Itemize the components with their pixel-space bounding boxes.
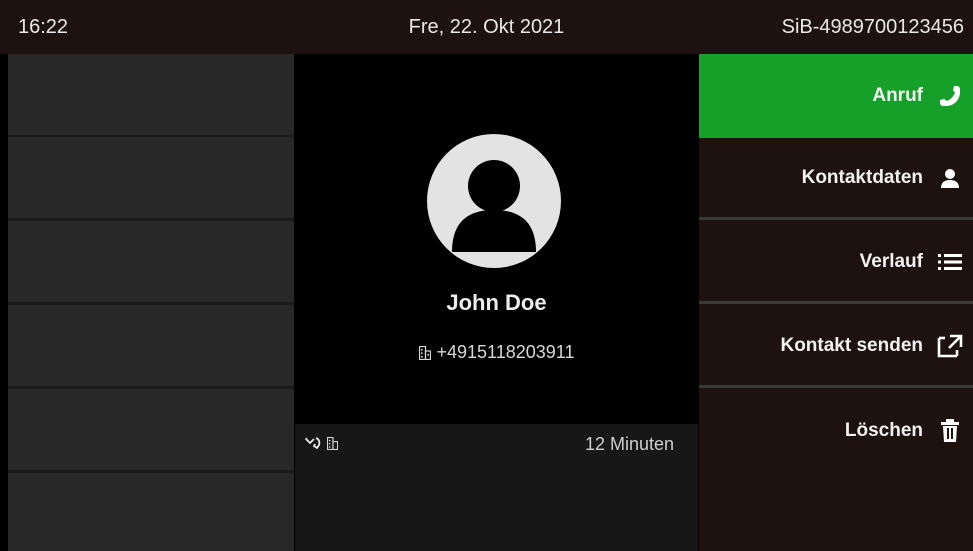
left-key-3[interactable] <box>8 221 294 302</box>
status-bar: 16:22 Fre, 22. Okt 2021 SiB-498970012345… <box>0 0 973 54</box>
device-id: SiB-4989700123456 <box>781 16 964 38</box>
left-key-5[interactable] <box>8 389 294 470</box>
left-key-1[interactable] <box>8 54 294 135</box>
left-key-4[interactable] <box>8 305 294 386</box>
left-key-6[interactable] <box>8 473 294 551</box>
contact-panel: John Doe +4915118203911 12 Minuten <box>295 54 698 551</box>
contact-number: +4915118203911 <box>436 342 575 362</box>
action-label: Anruf <box>872 85 923 106</box>
contact-details-button[interactable]: Kontaktdaten <box>699 138 973 220</box>
history-icons <box>305 436 339 455</box>
delete-button[interactable]: Löschen <box>699 390 973 472</box>
list-icon <box>935 247 965 277</box>
call-duration: 12 Minuten <box>584 434 674 454</box>
action-label: Löschen <box>844 420 923 441</box>
send-contact-button[interactable]: Kontakt senden <box>699 306 973 388</box>
action-label: Kontakt senden <box>780 334 923 356</box>
clock: 16:22 <box>18 16 69 38</box>
missed-call-icon <box>305 436 321 455</box>
action-menu: Anruf Kontaktdaten Verlauf Kontakt sende… <box>699 54 973 551</box>
trash-icon <box>935 416 965 446</box>
contact-number-row: +4915118203911 <box>295 342 698 365</box>
call-button[interactable]: Anruf <box>699 54 973 138</box>
building-icon <box>418 344 431 365</box>
action-label: Kontaktdaten <box>801 166 923 188</box>
share-icon <box>935 331 965 361</box>
call-history-entry[interactable]: 12 Minuten <box>295 424 698 551</box>
person-avatar-icon <box>427 134 561 268</box>
building-icon <box>327 436 339 455</box>
contact-name: John Doe <box>446 290 547 315</box>
history-button[interactable]: Verlauf <box>699 222 973 304</box>
person-icon <box>935 163 965 193</box>
left-key-column <box>8 54 294 551</box>
left-key-2[interactable] <box>8 137 294 218</box>
action-label: Verlauf <box>859 250 923 272</box>
phone-icon <box>935 81 965 111</box>
